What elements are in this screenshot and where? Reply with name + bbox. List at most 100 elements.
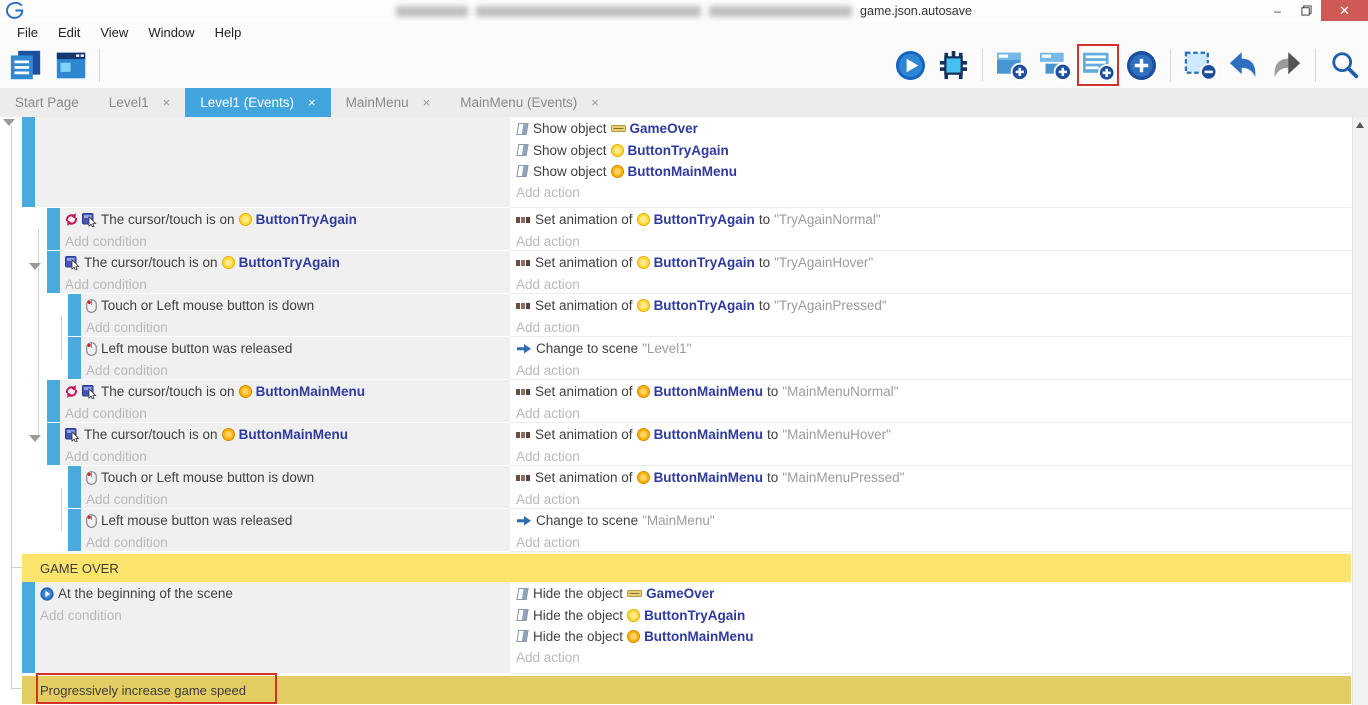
minimize-button[interactable]: – <box>1263 0 1292 21</box>
add-action-link[interactable]: Add action <box>516 273 1351 294</box>
event-row[interactable]: Left mouse button was releasedAdd condit… <box>0 337 1352 380</box>
add-condition-link[interactable]: Add condition <box>86 488 510 508</box>
menu-view[interactable]: View <box>90 22 138 44</box>
add-condition-link[interactable]: Add condition <box>65 230 510 250</box>
collapse-arrow-icon[interactable] <box>29 435 41 442</box>
add-action-link[interactable]: Add action <box>516 316 1351 337</box>
actions-column[interactable]: Set animation of ButtonTryAgain to "TryA… <box>510 208 1351 251</box>
menu-window[interactable]: Window <box>138 22 204 44</box>
scroll-up-icon[interactable] <box>1356 122 1364 128</box>
action-line[interactable]: Show object GameOver <box>516 118 1351 139</box>
event-row[interactable]: Touch or Left mouse button is downAdd co… <box>0 294 1352 337</box>
conditions-column[interactable]: Left mouse button was releasedAdd condit… <box>81 337 510 379</box>
actions-column[interactable]: Set animation of ButtonTryAgain to "TryA… <box>510 294 1351 337</box>
redo-icon[interactable] <box>1269 48 1303 82</box>
comment-event[interactable]: GAME OVER <box>0 554 1352 582</box>
conditions-column[interactable]: The cursor/touch is on ButtonTryAgainAdd… <box>60 208 510 250</box>
undo-icon[interactable] <box>1226 48 1260 82</box>
actions-column[interactable]: Hide the object GameOverHide the object … <box>510 582 1351 674</box>
add-condition-link[interactable]: Add condition <box>40 604 510 625</box>
conditions-column[interactable]: Touch or Left mouse button is downAdd co… <box>81 466 510 508</box>
add-action-link[interactable]: Add action <box>516 647 1351 668</box>
event-row[interactable]: Left mouse button was releasedAdd condit… <box>0 509 1352 552</box>
add-action-link[interactable]: Add action <box>516 359 1351 380</box>
collapse-arrow-icon[interactable] <box>3 119 15 126</box>
restore-button[interactable] <box>1292 0 1321 21</box>
menu-file[interactable]: File <box>7 22 48 44</box>
add-action-link[interactable]: Add action <box>516 531 1351 552</box>
start-page-icon[interactable] <box>54 48 88 82</box>
condition-line[interactable]: At the beginning of the scene <box>40 583 510 604</box>
action-line[interactable]: Set animation of ButtonMainMenu to "Main… <box>516 381 1351 402</box>
action-line[interactable]: Set animation of ButtonTryAgain to "TryA… <box>516 295 1351 316</box>
tab-mainmenu-events-[interactable]: MainMenu (Events)× <box>445 88 614 117</box>
scrollbar[interactable] <box>1353 117 1368 705</box>
add-condition-link[interactable]: Add condition <box>65 402 510 422</box>
conditions-column[interactable]: The cursor/touch is on ButtonMainMenuAdd… <box>60 380 510 422</box>
event-row[interactable]: The cursor/touch is on ButtonMainMenuAdd… <box>0 380 1352 423</box>
add-subevent-icon[interactable] <box>1038 48 1072 82</box>
condition-line[interactable]: Left mouse button was released <box>86 338 510 359</box>
add-action-link[interactable]: Add action <box>516 445 1351 466</box>
event-row[interactable]: At the beginning of the sceneAdd conditi… <box>0 582 1352 674</box>
action-line[interactable]: Set animation of ButtonTryAgain to "TryA… <box>516 252 1351 273</box>
add-event-icon[interactable] <box>995 48 1029 82</box>
add-action-link[interactable]: Add action <box>516 402 1351 423</box>
add-circle-icon[interactable] <box>1124 48 1158 82</box>
action-line[interactable]: Set animation of ButtonMainMenu to "Main… <box>516 467 1351 488</box>
conditions-column[interactable]: The cursor/touch is on ButtonMainMenuAdd… <box>60 423 510 465</box>
close-button[interactable]: ✕ <box>1321 0 1368 21</box>
search-icon[interactable] <box>1328 48 1362 82</box>
menu-edit[interactable]: Edit <box>48 22 90 44</box>
conditions-column[interactable]: Touch or Left mouse button is downAdd co… <box>81 294 510 336</box>
action-line[interactable]: Hide the object ButtonTryAgain <box>516 604 1351 625</box>
event-row[interactable]: Touch or Left mouse button is downAdd co… <box>0 466 1352 509</box>
tab-close-icon[interactable]: × <box>163 95 171 110</box>
add-action-link[interactable]: Add action <box>516 488 1351 509</box>
tab-close-icon[interactable]: × <box>308 95 316 110</box>
action-line[interactable]: Set animation of ButtonMainMenu to "Main… <box>516 424 1351 445</box>
comment-bar[interactable]: GAME OVER <box>22 554 1351 582</box>
add-condition-link[interactable]: Add condition <box>86 316 510 336</box>
action-line[interactable]: Change to scene "MainMenu" <box>516 510 1351 531</box>
preview-play-icon[interactable] <box>893 48 927 82</box>
conditions-column[interactable]: Left mouse button was releasedAdd condit… <box>81 509 510 551</box>
action-line[interactable]: Set animation of ButtonTryAgain to "TryA… <box>516 209 1351 230</box>
actions-column[interactable]: Set animation of ButtonTryAgain to "TryA… <box>510 251 1351 294</box>
tab-close-icon[interactable]: × <box>591 95 599 110</box>
conditions-column[interactable] <box>35 117 510 207</box>
delete-event-icon[interactable] <box>1183 48 1217 82</box>
actions-column[interactable]: Set animation of ButtonMainMenu to "Main… <box>510 423 1351 466</box>
event-row[interactable]: The cursor/touch is on ButtonMainMenuAdd… <box>0 423 1352 466</box>
tab-level1[interactable]: Level1× <box>94 88 185 117</box>
action-line[interactable]: Hide the object ButtonMainMenu <box>516 626 1351 647</box>
condition-line[interactable]: The cursor/touch is on ButtonMainMenu <box>65 381 510 402</box>
menu-help[interactable]: Help <box>205 22 252 44</box>
action-line[interactable]: Change to scene "Level1" <box>516 338 1351 359</box>
tab-close-icon[interactable]: × <box>423 95 431 110</box>
event-row[interactable]: The cursor/touch is on ButtonTryAgainAdd… <box>0 208 1352 251</box>
event-row[interactable]: Show object GameOverShow object ButtonTr… <box>0 117 1352 208</box>
actions-column[interactable]: Change to scene "MainMenu"Add action <box>510 509 1351 552</box>
tab-mainmenu[interactable]: MainMenu× <box>331 88 446 117</box>
event-row[interactable]: The cursor/touch is on ButtonTryAgain Add… <box>0 251 1352 294</box>
condition-line[interactable]: The cursor/touch is on ButtonMainMenu <box>65 424 510 445</box>
tab-start-page[interactable]: Start Page <box>0 88 94 117</box>
condition-line[interactable]: Left mouse button was released <box>86 510 510 531</box>
add-condition-link[interactable]: Add condition <box>65 445 510 465</box>
conditions-column[interactable]: At the beginning of the sceneAdd conditi… <box>35 582 510 673</box>
tab-level1-events-[interactable]: Level1 (Events)× <box>185 88 330 117</box>
comment-event[interactable]: Progressively increase game speed <box>0 676 1352 704</box>
add-action-link[interactable]: Add action <box>516 182 1351 203</box>
add-comment-icon[interactable] <box>1081 48 1115 82</box>
actions-column[interactable]: Set animation of ButtonMainMenu to "Main… <box>510 466 1351 509</box>
condition-line[interactable]: The cursor/touch is on ButtonTryAgain <box>65 252 510 273</box>
add-condition-link[interactable]: Add condition <box>86 359 510 379</box>
collapse-arrow-icon[interactable] <box>29 263 41 270</box>
comment-bar[interactable]: Progressively increase game speed <box>22 676 1351 704</box>
actions-column[interactable]: Show object GameOverShow object ButtonTr… <box>510 117 1351 208</box>
actions-column[interactable]: Set animation of ButtonMainMenu to "Main… <box>510 380 1351 423</box>
condition-line[interactable]: Touch or Left mouse button is down <box>86 295 510 316</box>
add-condition-link[interactable]: Add condition <box>86 531 510 551</box>
actions-column[interactable]: Change to scene "Level1"Add action <box>510 337 1351 380</box>
